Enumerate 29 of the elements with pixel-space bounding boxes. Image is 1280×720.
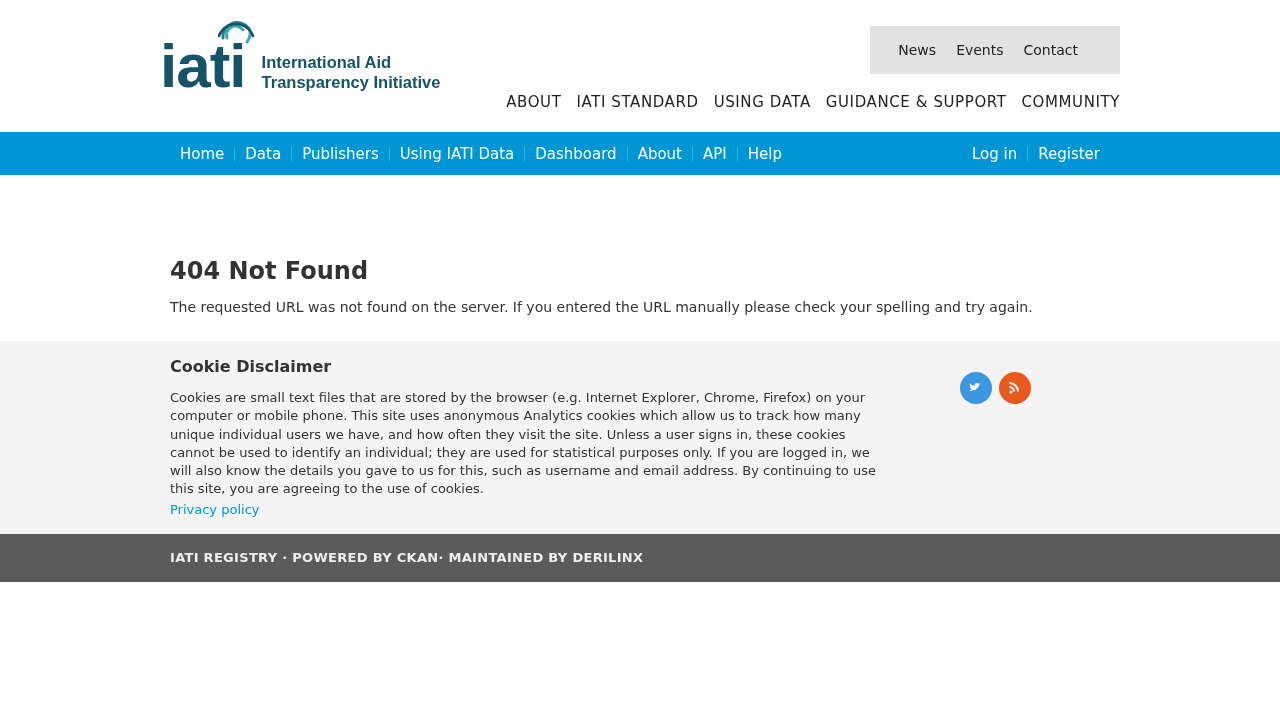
nav-link[interactable]: Home — [170, 144, 235, 163]
nav-link[interactable]: API — [693, 144, 737, 163]
main-nav-link[interactable]: COMMUNITY — [1021, 93, 1120, 111]
footer-text: IATI REGISTRY · POWERED BY CKAN· MAINTAINED BY DERILINX — [170, 550, 644, 566]
logo-text: International Aid — [261, 52, 393, 72]
page-title: 404 Not Found — [170, 257, 370, 285]
utility-link[interactable]: News — [898, 42, 937, 58]
main-nav-link[interactable]: ABOUT — [506, 93, 562, 111]
logo-mark[interactable]: iati — [160, 31, 246, 100]
cookie-text: Cookies are small text files that are stored by the browser (e.g. Internet Explorer, Chrome, Firefox) on your computer or mobile phone. This site uses anonymous Analytics cookies which allow us to track how many unique individual users we have, and how often they visit the site. Unless a user signs in, these cookies cannot be used to identify an individual; they are used for statistical purposes only. If you are logged in, we will also know the details you gave to us for this, such as username and email address. By continuing to use this site, you are agreeing to the use of cookies. — [170, 389, 877, 499]
nav-link[interactable]: Register — [1028, 144, 1110, 163]
nav-link[interactable]: Help — [737, 144, 792, 163]
logo-text: Transparency Initiative — [261, 72, 441, 92]
main-nav-link[interactable]: GUIDANCE & SUPPORT — [825, 93, 1007, 111]
main-nav-link[interactable]: IATI STANDARD — [576, 93, 699, 111]
utility-link[interactable]: Events — [956, 42, 1004, 58]
main-nav-link[interactable]: USING DATA — [713, 93, 811, 111]
nav-link[interactable]: Publishers — [292, 144, 389, 163]
cookie-title: Cookie Disclaimer — [170, 357, 333, 376]
nav-link[interactable]: Data — [235, 144, 292, 163]
error-message: The requested URL was not found on the server. If you entered the URL manually please check your spelling and try again. — [170, 299, 1034, 315]
nav-link[interactable]: About — [627, 144, 692, 163]
utility-link[interactable]: Contact — [1023, 42, 1078, 58]
bird-icon[interactable] — [960, 372, 992, 404]
rss-icon[interactable] — [999, 372, 1031, 404]
nav-link[interactable]: Using IATI Data — [389, 144, 525, 163]
privacy-link[interactable]: Privacy policy — [170, 501, 260, 517]
nav-link[interactable]: Log in — [962, 144, 1028, 163]
nav-link[interactable]: Dashboard — [525, 144, 627, 163]
